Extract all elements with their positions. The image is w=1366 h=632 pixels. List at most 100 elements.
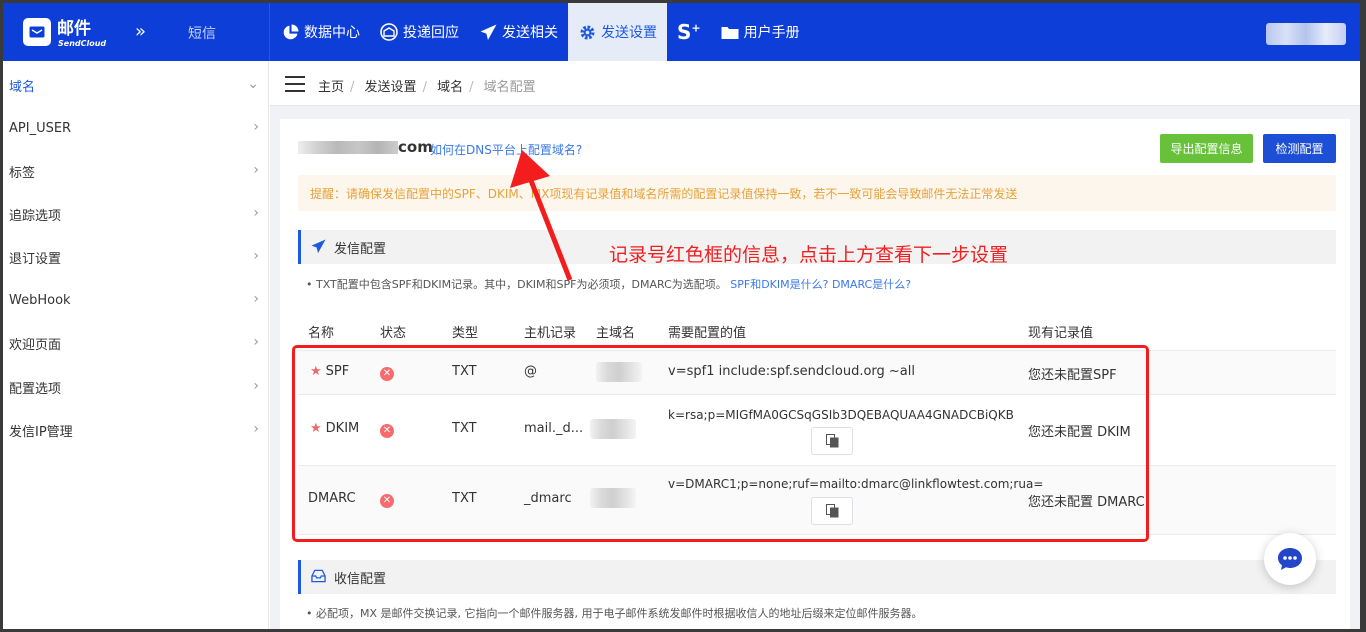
gear-icon	[578, 23, 596, 41]
breadcrumb-home[interactable]: 主页	[318, 80, 344, 95]
col-domain: 主域名	[596, 326, 636, 341]
domain-config-card: com 如何在DNS平台上配置域名? 导出配置信息 检测配置 提醒：请确保发信配…	[280, 119, 1350, 629]
copy-button[interactable]	[811, 427, 853, 455]
table-row: ★ DKIM ✕ TXT mail._d... k=rsa;p=MIGfMA0GC…	[298, 394, 1336, 465]
sidebar-item-ip-manage[interactable]: 发信IP管理 ›	[3, 410, 269, 450]
sidebar-item-label: 域名	[9, 79, 36, 95]
sidebar-item-label: WebHook	[9, 292, 71, 308]
chevron-right-icon: ›	[253, 421, 259, 437]
nav-label: 发送相关	[502, 25, 558, 41]
domain-name-redacted	[298, 141, 398, 154]
double-chevron-right-icon[interactable]: »	[135, 21, 146, 42]
inbox-icon	[380, 23, 398, 41]
breadcrumb-domain[interactable]: 域名	[437, 80, 463, 95]
sidebar-item-api-user[interactable]: API_USER ›	[3, 108, 269, 148]
record-name-text: SPF	[325, 364, 350, 379]
breadcrumb-send-settings[interactable]: 发送设置	[365, 80, 417, 95]
chevron-right-icon: ›	[253, 162, 259, 178]
domain-redacted	[590, 419, 636, 439]
top-bar: 邮件 SendCloud » 短信 数据中心 投递回应 发送相关 发送设置 S+…	[3, 3, 1360, 61]
col-status: 状态	[380, 326, 407, 341]
copy-button[interactable]	[811, 497, 853, 525]
status-error-icon: ✕	[380, 365, 394, 381]
chevron-right-icon: ›	[253, 334, 259, 350]
sidebar-item-tags[interactable]: 标签 ›	[3, 151, 269, 191]
record-value: v=spf1 include:spf.sendcloud.org ~all	[668, 364, 915, 379]
sidebar-item-tracking[interactable]: 追踪选项 ›	[3, 194, 269, 234]
table-row: DMARC ✕ TXT _dmarc v=DMARC1;p=none;ruf=m…	[298, 465, 1336, 535]
mail-logo-icon	[23, 18, 51, 46]
nav-label: 数据中心	[304, 25, 360, 41]
annotation-text: 记录号红色框的信息，点击上方查看下一步设置	[609, 244, 1009, 266]
send-icon	[479, 23, 497, 41]
sidebar-item-webhook[interactable]: WebHook ›	[3, 280, 269, 320]
chevron-right-icon: ›	[253, 378, 259, 394]
sidebar-item-unsubscribe[interactable]: 退订设置 ›	[3, 237, 269, 277]
chevron-right-icon: ›	[253, 205, 259, 221]
domain-tld: com	[398, 138, 433, 156]
copy-icon	[825, 434, 838, 448]
chat-support-button[interactable]	[1264, 533, 1316, 585]
section-title: 发信配置	[334, 241, 387, 257]
record-value: k=rsa;p=MIGfMA0GCSqGSIb3DQEBAQUAA4GNADCB…	[668, 408, 1014, 422]
sidebar-item-label: 追踪选项	[9, 208, 62, 224]
record-name: DMARC	[308, 491, 356, 506]
record-type: TXT	[452, 491, 477, 506]
current-value: 您还未配置 DKIM	[1028, 425, 1131, 440]
user-avatar[interactable]	[1266, 23, 1346, 45]
sidebar-item-label: 欢迎页面	[9, 337, 62, 353]
warning-alert: 提醒：请确保发信配置中的SPF、DKIM、MX项现有记录值和域名所需的配置记录值…	[298, 175, 1336, 211]
inbox-icon	[311, 569, 327, 585]
spf-dkim-help-link[interactable]: SPF和DKIM是什么?	[730, 278, 828, 291]
sidebar-item-domain[interactable]: 域名 ⌄	[3, 65, 269, 105]
sms-switch-link[interactable]: 短信	[188, 23, 216, 43]
brand-subtitle: SendCloud	[58, 39, 107, 48]
nav-s-plus[interactable]: S+	[667, 3, 711, 61]
sidebar-item-label: API_USER	[9, 120, 72, 136]
dns-help-link[interactable]: 如何在DNS平台上配置域名?	[430, 141, 582, 158]
current-value: 您还未配置 DMARC	[1028, 495, 1145, 510]
chevron-right-icon: ›	[253, 119, 259, 135]
divider	[269, 3, 270, 61]
chevron-right-icon: ›	[253, 291, 259, 307]
nav-label: 用户手册	[743, 25, 800, 41]
send-config-note: • TXT配置中包含SPF和DKIM记录。其中，DKIM和SPF为必须项，DMA…	[306, 276, 911, 292]
sidebar-item-config[interactable]: 配置选项 ›	[3, 367, 269, 407]
sidebar-item-welcome[interactable]: 欢迎页面 ›	[3, 323, 269, 363]
breadcrumb-current: 域名配置	[483, 80, 536, 95]
dmarc-help-link[interactable]: DMARC是什么?	[832, 278, 911, 291]
pie-chart-icon	[281, 23, 299, 41]
current-value: 您还未配置SPF	[1028, 368, 1117, 383]
receive-config-note: • 必配项，MX 是邮件交换记录, 它指向一个邮件服务器, 用于电子邮件系统发邮…	[306, 607, 923, 620]
nav-label: 投递回应	[403, 25, 459, 41]
copy-icon	[825, 504, 838, 518]
record-name: ★ DKIM	[310, 421, 359, 436]
nav-user-manual[interactable]: 用户手册	[711, 3, 810, 61]
nav-delivery-response[interactable]: 投递回应	[370, 3, 469, 61]
chevron-down-icon: ⌄	[247, 76, 259, 92]
domain-redacted	[590, 488, 636, 508]
sidebar-item-label: 发信IP管理	[9, 424, 73, 440]
nav-send-related[interactable]: 发送相关	[469, 3, 568, 61]
breadcrumb-bar: 主页 / 发送设置 / 域名 / 域名配置	[270, 61, 1360, 106]
receive-config-header: 收信配置	[298, 560, 1336, 594]
s-plus-icon: S+	[677, 20, 701, 44]
record-name: ★ SPF	[310, 364, 349, 379]
col-host: 主机记录	[524, 326, 577, 341]
sidebar-item-label: 配置选项	[9, 381, 62, 397]
note-text: • TXT配置中包含SPF和DKIM记录。其中，DKIM和SPF为必须项，DMA…	[306, 278, 727, 291]
star-icon: ★	[310, 421, 322, 436]
check-config-button[interactable]: 检测配置	[1263, 134, 1336, 163]
sidebar: 域名 ⌄ API_USER › 标签 › 追踪选项 › 退订设置 › WebHo…	[3, 61, 269, 629]
chevron-right-icon: ›	[253, 248, 259, 264]
export-config-button[interactable]: 导出配置信息	[1160, 134, 1253, 163]
nav-label: 发送设置	[601, 25, 657, 41]
record-name-text: DKIM	[325, 421, 360, 436]
hamburger-menu-icon[interactable]	[285, 76, 305, 92]
nav-data-center[interactable]: 数据中心	[271, 3, 370, 61]
folder-icon	[721, 23, 739, 41]
record-type: TXT	[452, 364, 477, 379]
record-type: TXT	[452, 421, 477, 436]
main-content: 主页 / 发送设置 / 域名 / 域名配置 com 如何在DNS平台上配置域名? 导出…	[270, 61, 1360, 629]
nav-send-settings[interactable]: 发送设置	[568, 3, 667, 61]
